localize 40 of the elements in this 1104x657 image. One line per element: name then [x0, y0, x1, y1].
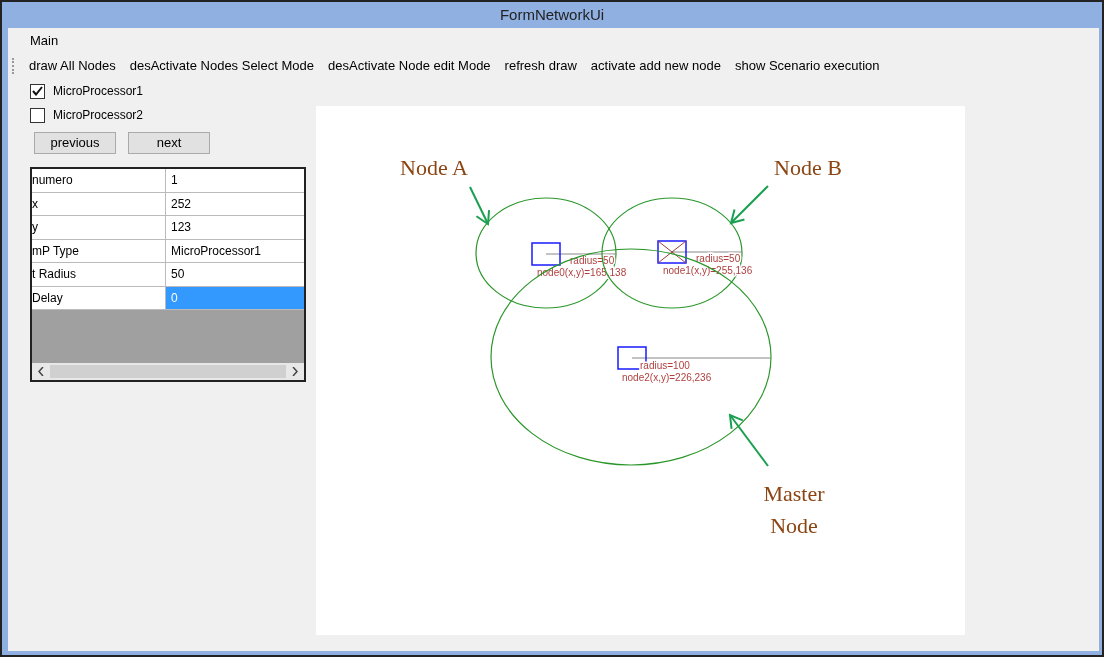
callout-label: Node A	[400, 155, 468, 180]
toolbar-button[interactable]: refresh draw	[504, 56, 577, 76]
property-name[interactable]: Delay	[32, 286, 166, 309]
property-value[interactable]: 1	[166, 169, 304, 192]
toolbar-button[interactable]: desActivate Node edit Mode	[328, 56, 491, 76]
nav-button[interactable]: previous	[34, 132, 116, 154]
toolbar-button[interactable]: desActivate Nodes Select Mode	[129, 56, 314, 76]
radius-line	[545, 253, 617, 255]
menu-item[interactable]: Main	[30, 31, 59, 51]
radius-line	[671, 251, 743, 253]
property-name[interactable]: x	[32, 192, 166, 215]
checkbox-label[interactable]: MicroProcessor2	[53, 106, 144, 124]
scroll-thumb[interactable]	[50, 365, 286, 378]
window-title: FormNetworkUi	[499, 4, 605, 25]
callout-arrow	[729, 185, 769, 225]
property-name[interactable]: t Radius	[32, 263, 166, 286]
callout-label: Node B	[774, 155, 842, 180]
horizontal-scrollbar[interactable]	[32, 363, 304, 380]
property-value[interactable]: 123	[166, 216, 304, 239]
property-name[interactable]: mP Type	[32, 239, 166, 262]
property-name[interactable]: y	[32, 216, 166, 239]
checkbox[interactable]	[30, 107, 45, 123]
node-square[interactable]	[657, 240, 687, 264]
node-square[interactable]	[531, 242, 561, 266]
toolbar-button[interactable]: show Scenario execution	[734, 56, 880, 76]
toolbar-grip[interactable]	[12, 58, 15, 74]
callout-arrow	[728, 413, 769, 467]
callout-arrow	[469, 186, 491, 226]
checkbox[interactable]	[30, 83, 45, 99]
callout-label: Master Node	[763, 481, 825, 538]
position-label: node2(x,y)=226,236	[622, 372, 712, 383]
nav-button[interactable]: next	[128, 132, 210, 154]
property-value[interactable]: 50	[166, 263, 304, 286]
property-name[interactable]: numero	[32, 169, 166, 192]
checkbox-label[interactable]: MicroProcessor1	[53, 82, 144, 100]
property-value[interactable]: 252	[166, 192, 304, 215]
toolbar-button[interactable]: activate add new node	[590, 56, 721, 76]
radius-label: radius=50	[696, 253, 741, 264]
property-value[interactable]: MicroProcessor1	[166, 239, 304, 262]
toolbar-button[interactable]: draw All Nodes	[29, 56, 116, 76]
